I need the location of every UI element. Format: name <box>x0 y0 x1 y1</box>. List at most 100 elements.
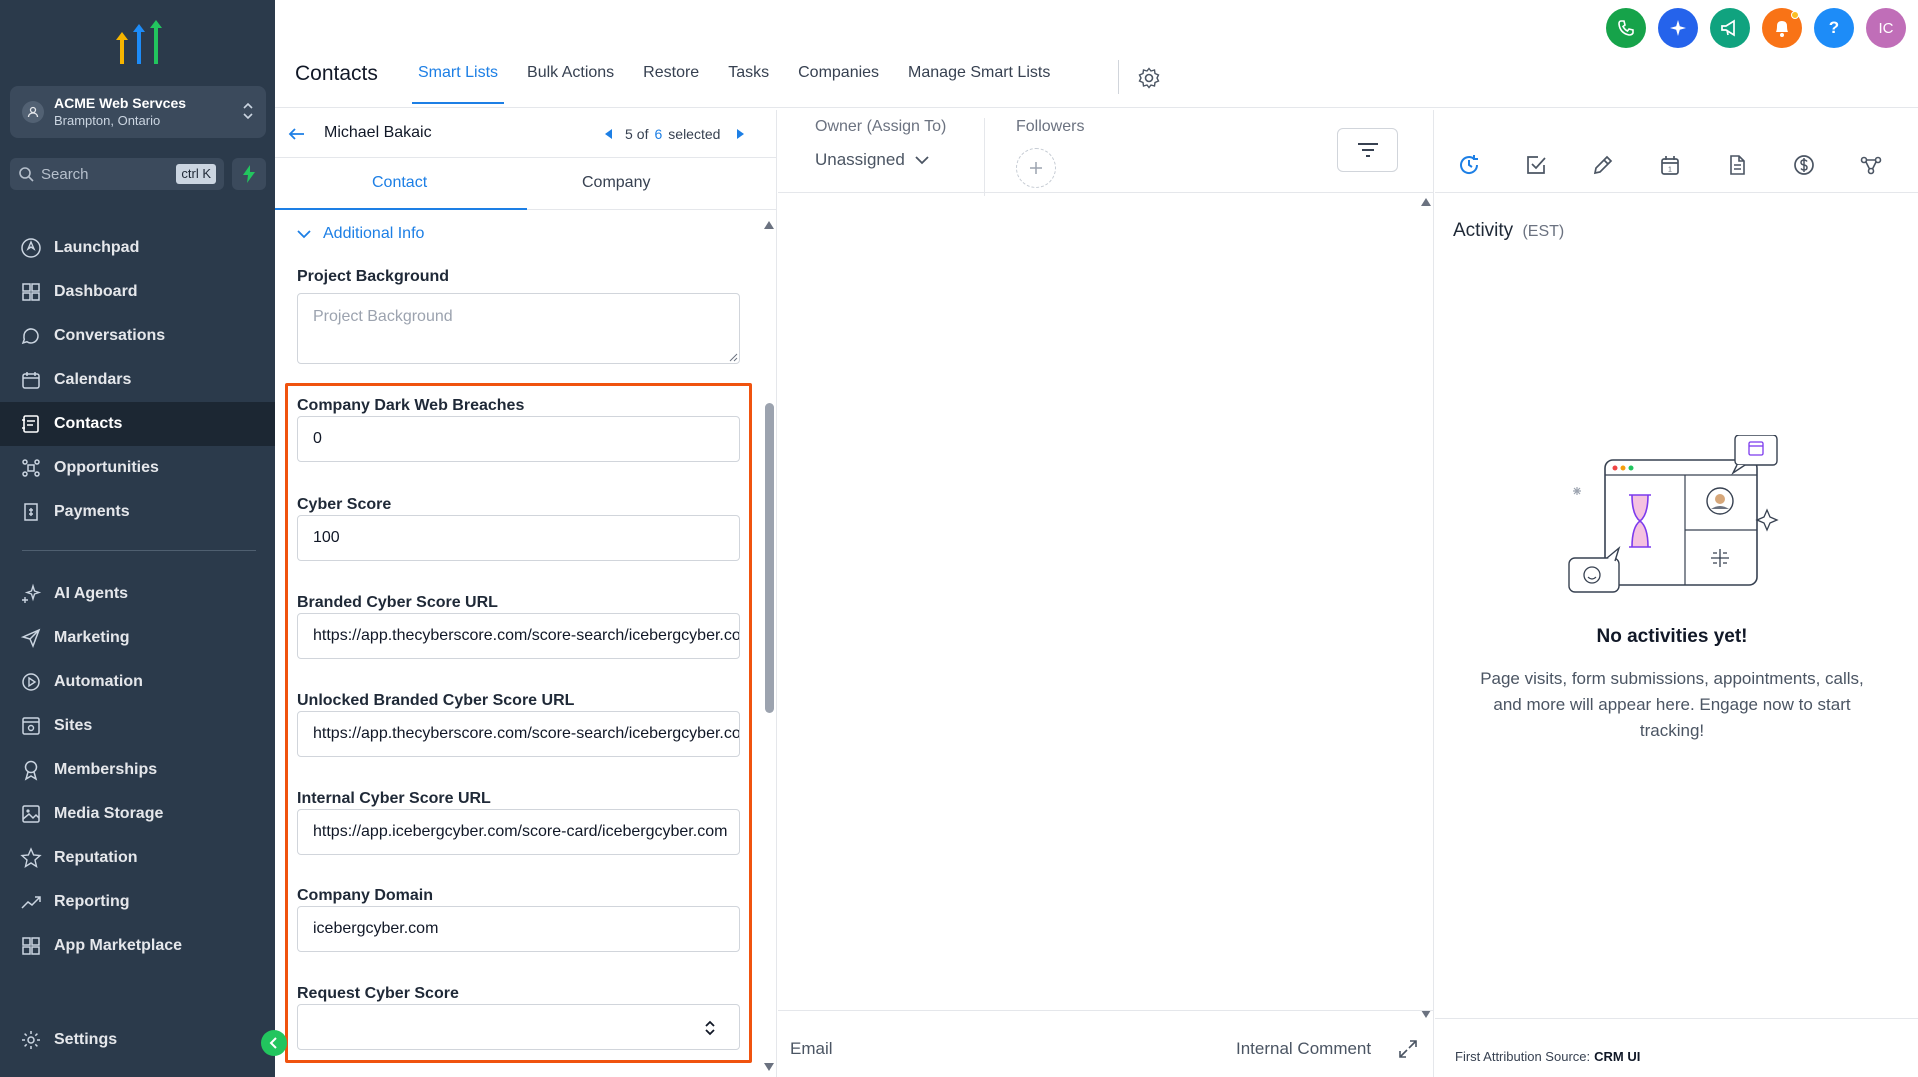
caret-left-icon[interactable] <box>605 129 613 139</box>
attribution-footer: First Attribution Source: CRM UI <box>1435 1018 1918 1077</box>
sidebar-item-settings[interactable]: Settings <box>0 1018 275 1062</box>
location-switcher[interactable]: ACME Web Servces Brampton, Ontario <box>10 86 266 138</box>
arrow-left-icon[interactable] <box>287 124 307 144</box>
tab-internal-comment[interactable]: Internal Comment <box>1236 1039 1371 1059</box>
workflow-icon <box>1860 156 1881 175</box>
notes-tab-button[interactable] <box>1569 150 1636 180</box>
sidebar-item-calendars[interactable]: Calendars <box>0 358 275 402</box>
quick-actions-button[interactable] <box>232 158 266 190</box>
activity-tab-button[interactable] <box>1435 150 1502 180</box>
brand-logo[interactable] <box>112 18 166 66</box>
documents-tab-button[interactable] <box>1703 150 1770 180</box>
sidebar-item-opportunities[interactable]: Opportunities <box>0 446 275 490</box>
page-title: Contacts <box>295 62 378 85</box>
sidebar-item-label: Media Storage <box>54 805 164 822</box>
sidebar-item-label: AI Agents <box>54 585 129 602</box>
active-tab-indicator <box>275 208 527 210</box>
sidebar-item-launchpad[interactable]: Launchpad <box>0 226 275 270</box>
activity-title: Activity (EST) <box>1453 220 1564 242</box>
sidebar-item-payments[interactable]: Payments <box>0 490 275 534</box>
tab-company[interactable]: Company <box>582 174 650 192</box>
sidebar-collapse-button[interactable] <box>261 1030 287 1056</box>
tab-tasks[interactable]: Tasks <box>728 64 769 104</box>
filter-button[interactable] <box>1337 128 1398 172</box>
add-follower-button[interactable] <box>1016 148 1056 188</box>
award-icon <box>24 760 38 781</box>
sidebar-item-app-marketplace[interactable]: App Marketplace <box>0 924 275 968</box>
sidebar-item-conversations[interactable]: Conversations <box>0 314 275 358</box>
activity-toolbar: 1 <box>1435 150 1918 180</box>
company-domain-input[interactable]: icebergcyber.com <box>297 906 740 952</box>
additional-info-section-toggle[interactable]: Additional Info <box>297 225 424 243</box>
contact-name: Michael Bakaic <box>324 124 432 141</box>
tab-restore[interactable]: Restore <box>643 64 699 104</box>
field-label: Branded Cyber Score URL <box>297 594 498 611</box>
field-label: Unlocked Branded Cyber Score URL <box>297 692 575 709</box>
owner-select[interactable]: Unassigned <box>815 150 929 170</box>
owner-value: Unassigned <box>815 150 905 169</box>
owner-label: Owner (Assign To) <box>815 118 947 135</box>
tasks-tab-button[interactable] <box>1502 150 1569 180</box>
sidebar-item-label: Reporting <box>54 893 130 910</box>
tab-companies[interactable]: Companies <box>798 64 879 104</box>
contact-panel-scrollbar[interactable] <box>762 213 774 1077</box>
sidebar-item-label: Contacts <box>54 415 123 432</box>
sites-icon <box>22 717 40 735</box>
tab-contact[interactable]: Contact <box>372 174 427 192</box>
sidebar-item-reputation[interactable]: Reputation <box>0 836 275 880</box>
sidebar-item-label: Memberships <box>54 761 158 778</box>
conversation-scrollbar[interactable] <box>1420 198 1432 1018</box>
help-button[interactable]: ? <box>1814 8 1854 48</box>
sidebar-item-label: App Marketplace <box>54 937 183 954</box>
calendar-icon <box>22 372 40 389</box>
payments-tab-button[interactable] <box>1770 150 1837 180</box>
dark-web-breaches-input[interactable]: 0 <box>297 416 740 462</box>
sidebar-item-automation[interactable]: Automation <box>0 660 275 704</box>
sparkles-icon <box>22 583 42 603</box>
phone-icon <box>1618 20 1634 36</box>
sidebar-item-media-storage[interactable]: Media Storage <box>0 792 275 836</box>
location-avatar-icon <box>22 101 44 123</box>
empty-state-text: Page visits, form submissions, appointme… <box>1480 669 1864 740</box>
sidebar-item-memberships[interactable]: Memberships <box>0 748 275 792</box>
phone-button[interactable] <box>1606 8 1646 48</box>
sidebar-search[interactable]: Search ctrl K <box>10 158 224 190</box>
tab-bulk-actions[interactable]: Bulk Actions <box>527 64 614 104</box>
gear-icon[interactable] <box>1137 66 1161 90</box>
request-cyber-score-select[interactable] <box>297 1004 740 1050</box>
announcements-button[interactable] <box>1710 8 1750 48</box>
workflows-tab-button[interactable] <box>1837 150 1904 180</box>
invoice-icon <box>24 503 38 521</box>
sidebar-item-sites[interactable]: Sites <box>0 704 275 748</box>
notifications-button[interactable] <box>1762 8 1802 48</box>
cyber-score-input[interactable]: 100 <box>297 515 740 561</box>
tab-email[interactable]: Email <box>790 1039 833 1059</box>
sidebar-item-contacts[interactable]: Contacts <box>0 402 275 446</box>
scroll-thumb[interactable] <box>765 403 774 713</box>
opportunities-icon <box>22 459 40 477</box>
tab-manage-smart-lists[interactable]: Manage Smart Lists <box>908 64 1050 104</box>
branded-url-input[interactable]: https://app.thecyberscore.com/score-sear… <box>297 613 740 659</box>
appointments-tab-button[interactable]: 1 <box>1636 150 1703 180</box>
field-label: Company Domain <box>297 887 434 904</box>
internal-url-input[interactable]: https://app.icebergcyber.com/score-card/… <box>297 809 740 855</box>
expand-icon[interactable] <box>1398 1039 1418 1059</box>
chat-icon <box>21 328 39 345</box>
project-background-textarea[interactable]: Project Background <box>297 293 740 364</box>
activity-heading: Activity <box>1453 220 1514 241</box>
notification-dot <box>1791 11 1799 19</box>
sidebar-item-label: Conversations <box>54 327 166 344</box>
sidebar-item-dashboard[interactable]: Dashboard <box>0 270 275 314</box>
search-shortcut: ctrl K <box>176 164 216 184</box>
user-avatar[interactable]: IC <box>1866 8 1906 48</box>
sidebar-item-reporting[interactable]: Reporting <box>0 880 275 924</box>
ai-assistant-button[interactable] <box>1658 8 1698 48</box>
tab-smart-lists[interactable]: Smart Lists <box>411 64 505 104</box>
sidebar-item-marketing[interactable]: Marketing <box>0 616 275 660</box>
unlocked-url-input[interactable]: https://app.thecyberscore.com/score-sear… <box>297 711 740 757</box>
conversation-panel: Owner (Assign To) Unassigned Followers E… <box>778 110 1434 1077</box>
sidebar-item-ai-agents[interactable]: AI Agents <box>0 572 275 616</box>
resize-handle-icon[interactable] <box>729 353 738 362</box>
caret-right-icon[interactable] <box>736 129 745 139</box>
plus-icon <box>1030 162 1042 174</box>
